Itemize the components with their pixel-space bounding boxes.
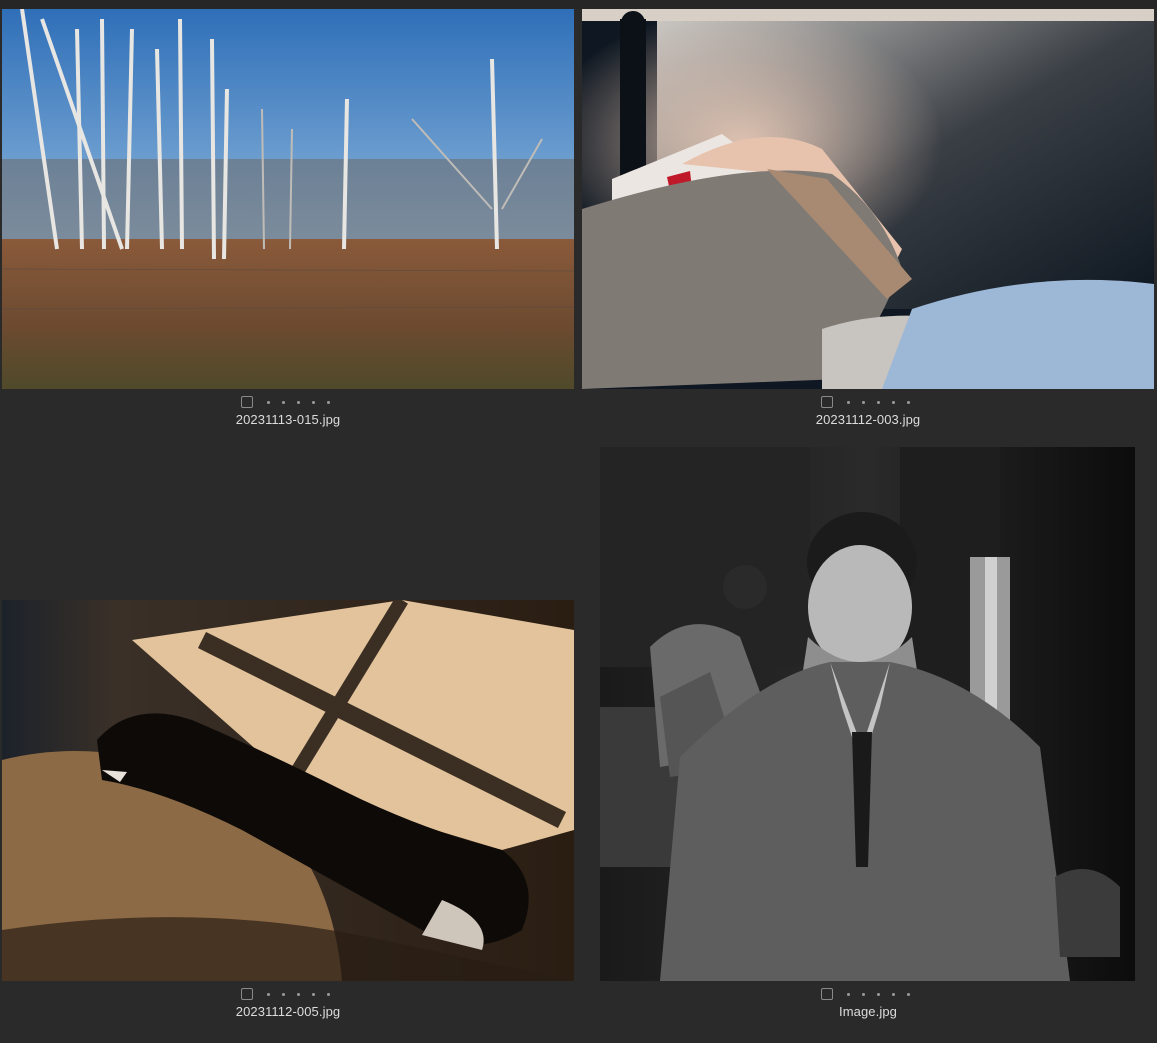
rating-star-3[interactable] (291, 396, 306, 408)
rating-star-2[interactable] (276, 396, 291, 408)
rating-star-1[interactable] (261, 396, 276, 408)
select-checkbox[interactable] (240, 988, 253, 1000)
rating-row (718, 394, 1018, 410)
thumbnail-meta-1: 20231113-015.jpg (138, 394, 438, 427)
rating-star-4[interactable] (306, 396, 321, 408)
top-divider (0, 0, 1157, 9)
rating-star-3[interactable] (871, 396, 886, 408)
select-checkbox[interactable] (820, 396, 833, 408)
rating-star-2[interactable] (856, 988, 871, 1000)
rating-star-2[interactable] (856, 396, 871, 408)
thumbnail-meta-2: 20231112-003.jpg (718, 394, 1018, 427)
rating-star-5[interactable] (901, 988, 916, 1000)
filename-label[interactable]: 20231113-015.jpg (138, 412, 438, 427)
rating-row (718, 986, 1018, 1002)
rating-star-3[interactable] (291, 988, 306, 1000)
select-checkbox[interactable] (240, 396, 253, 408)
rating-star-4[interactable] (886, 396, 901, 408)
thumbnail-meta-4: Image.jpg (718, 986, 1018, 1019)
rating-star-4[interactable] (306, 988, 321, 1000)
select-checkbox[interactable] (820, 988, 833, 1000)
thumbnail-image-3[interactable] (2, 600, 574, 981)
rating-star-5[interactable] (321, 988, 336, 1000)
rating-star-5[interactable] (321, 396, 336, 408)
thumbnail-image-1[interactable] (2, 9, 574, 389)
thumbnail-meta-3: 20231112-005.jpg (138, 986, 438, 1019)
rating-star-2[interactable] (276, 988, 291, 1000)
rating-star-3[interactable] (871, 988, 886, 1000)
rating-star-1[interactable] (841, 988, 856, 1000)
rating-star-4[interactable] (886, 988, 901, 1000)
rating-star-1[interactable] (261, 988, 276, 1000)
thumbnail-image-4[interactable] (600, 447, 1135, 981)
filename-label[interactable]: 20231112-005.jpg (138, 1004, 438, 1019)
filename-label[interactable]: Image.jpg (718, 1004, 1018, 1019)
rating-star-1[interactable] (841, 396, 856, 408)
filename-label[interactable]: 20231112-003.jpg (718, 412, 1018, 427)
rating-row (138, 986, 438, 1002)
rating-star-5[interactable] (901, 396, 916, 408)
thumbnail-image-2[interactable] (582, 9, 1154, 389)
rating-row (138, 394, 438, 410)
